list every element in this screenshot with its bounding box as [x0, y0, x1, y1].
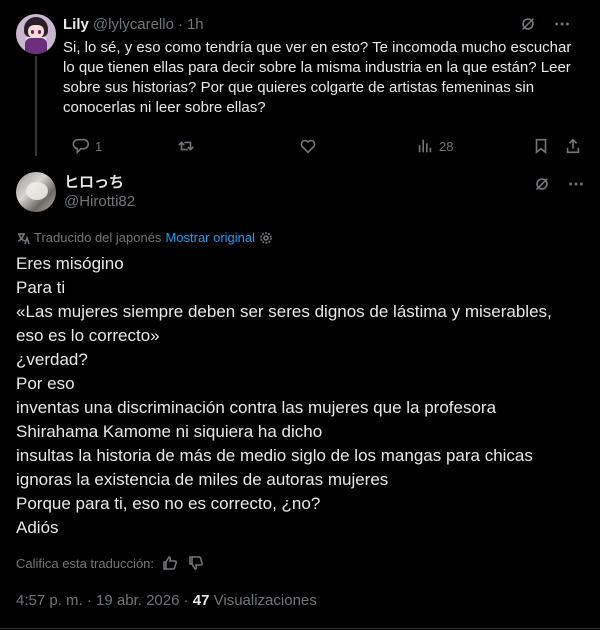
tweet-line: «Las mujeres siempre deben ser seres dig… [16, 302, 552, 321]
author-name[interactable]: ヒロっち [64, 171, 124, 192]
like-button[interactable] [298, 136, 322, 156]
share-icon [563, 136, 583, 156]
timestamp[interactable]: 1h [187, 16, 204, 33]
show-original-link[interactable]: Mostrar original [165, 230, 255, 245]
tweet-line: Shirahama Kamome ni siquiera ha dicho [16, 422, 323, 441]
tweet-text: Si, lo sé, y eso como tendría que ver en… [63, 39, 572, 116]
thumbs-up-icon[interactable] [160, 553, 180, 573]
views-button[interactable]: 28 [415, 136, 453, 156]
avatar[interactable] [16, 172, 56, 212]
bookmark-button[interactable] [531, 136, 551, 156]
more-icon[interactable] [566, 174, 586, 194]
views-count: 28 [439, 138, 454, 154]
reply-icon [71, 136, 91, 156]
retweet-button[interactable] [176, 136, 200, 156]
tweet-meta: 4:57 p. m. · 19 abr. 2026 · 47 Visualiza… [16, 592, 317, 609]
tweet-text: Eres misógino Para ti «Las mujeres siemp… [16, 252, 586, 540]
divider [0, 628, 600, 629]
action-bar: 1 28 [63, 136, 586, 156]
tweet-line: Adiós [16, 518, 59, 537]
gear-icon[interactable] [259, 231, 273, 245]
timestamp[interactable]: 4:57 p. m. · 19 abr. 2026 · [16, 592, 193, 609]
grok-icon[interactable] [532, 174, 552, 194]
thumbs-down-icon[interactable] [186, 553, 206, 573]
translation-notice: Traducido del japonés Mostrar original [16, 230, 273, 245]
avatar[interactable] [16, 14, 56, 54]
tweet-line: Eres misógino [16, 254, 124, 273]
tweet-line: Porque para ti, eso no es correcto, ¿no? [16, 494, 321, 513]
author-handle[interactable]: @lylycarello [93, 16, 174, 33]
tweet-line: Por eso [16, 374, 75, 393]
translate-icon [16, 231, 30, 245]
author-handle[interactable]: @Hirotti82 [64, 193, 135, 210]
author-row: Lily @lylycarello · 1h [63, 14, 586, 34]
tweet-line: ignoras la existencia de miles de autora… [16, 470, 389, 489]
views-count: 47 [192, 592, 210, 609]
tweet-line: Para ti [16, 278, 66, 297]
like-icon [298, 136, 318, 156]
share-button[interactable] [563, 136, 583, 156]
thread-connector-line [35, 56, 37, 156]
rate-label: Califica esta traducción: [16, 555, 155, 571]
separator-dot: · [177, 15, 183, 33]
tweet-top-icons [532, 174, 586, 194]
views-icon [415, 136, 435, 156]
retweet-icon [176, 136, 196, 156]
tweet-line: insultas la historia de más de medio sig… [16, 446, 533, 465]
tweet-line: eso es lo correcto» [16, 326, 160, 345]
author-name[interactable]: Lily [63, 16, 89, 33]
reply-button[interactable]: 1 [71, 136, 102, 156]
views-label: Visualizaciones [209, 592, 317, 609]
tweet-line: ¿verdad? [16, 350, 88, 369]
reply-count: 1 [95, 138, 103, 154]
tweet-line: inventas una discriminación contra las m… [16, 398, 497, 417]
bookmark-icon [531, 136, 551, 156]
translated-label: Traducido del japonés [34, 230, 162, 245]
rate-translation: Califica esta traducción: [16, 553, 206, 573]
